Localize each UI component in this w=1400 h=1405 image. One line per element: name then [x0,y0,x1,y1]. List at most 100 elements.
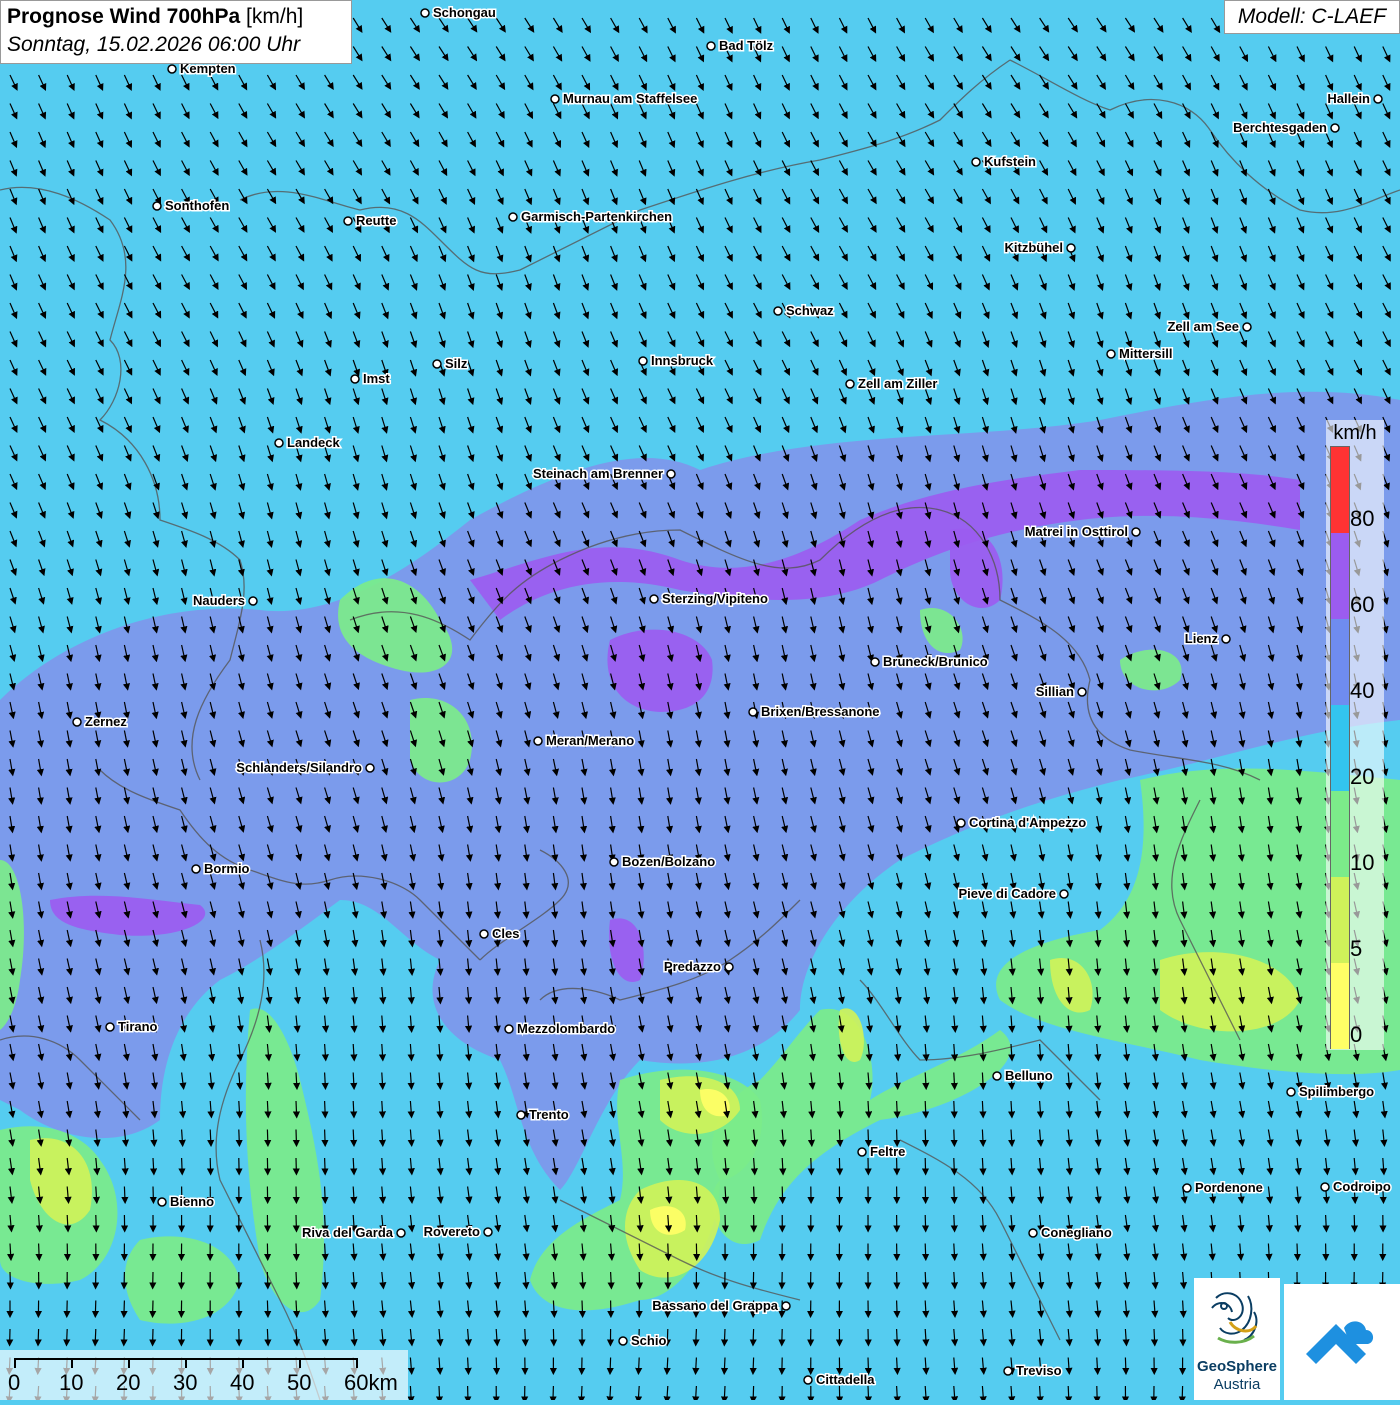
scale-tick [71,1358,73,1368]
city-label: Meran/Merano [546,733,634,748]
wind-arrow [897,1329,898,1343]
legend-color-segment [1331,791,1349,877]
city-dot [639,357,647,365]
city-dot [73,718,81,726]
wind-arrow [754,1187,755,1201]
wind-arrow [439,1386,440,1400]
city-dot [517,1111,525,1119]
city-dot [993,1072,1001,1080]
city-dot [1029,1229,1037,1237]
city-label: Nauders [193,593,245,608]
legend-label: 10 [1350,850,1374,876]
city-marker: Bozen/Bolzano [610,854,715,869]
legend-label: 0 [1350,1022,1362,1048]
city-label: Cittadella [816,1372,875,1387]
wind-arrow [982,1187,983,1201]
city-label: Trento [529,1107,569,1122]
wind-arrow [67,1329,68,1343]
wind-arrow [667,1329,668,1343]
city-marker: Sterzing/Vipiteno [650,591,768,606]
wind-arrow [1068,1386,1069,1400]
map-title-unit: [km/h] [246,5,303,28]
city-dot [972,158,980,166]
legend-color-segment [1331,963,1349,1049]
legend-label: 80 [1350,506,1374,532]
city-marker: Schlanders/Silandro [236,760,374,775]
forecast-datetime: Sonntag, 15.02.2026 06:00 Uhr [7,31,345,59]
wind-arrow [1268,1244,1269,1258]
city-label: Schwaz [786,303,834,318]
city-marker: Pordenone [1183,1180,1263,1195]
city-label: Imst [363,371,390,386]
wind-arrow [753,1358,754,1372]
city-marker: Pieve di Cadore [958,886,1068,901]
wind-arrow [839,1130,840,1144]
city-dot [351,375,359,383]
city-label: Feltre [870,1144,905,1159]
city-marker: Schongau [421,5,496,20]
wind-arrow [639,1358,640,1372]
wind-arrow [182,1158,183,1172]
wind-arrow [1125,1358,1126,1372]
wind-arrow [897,1358,898,1372]
wind-arrow [325,1244,326,1258]
city-dot [1067,244,1075,252]
title-box: Prognose Wind 700hPa [km/h] Sonntag, 15.… [0,0,352,64]
city-marker: Garmisch-Partenkirchen [509,209,672,224]
city-label: Schongau [433,5,496,20]
wind-arrow [868,1386,869,1400]
app-logo [1284,1284,1400,1400]
city-dot [1004,1367,1012,1375]
city-label: Reutte [356,213,396,228]
city-dot [275,439,283,447]
city-marker: Meran/Merano [534,733,634,748]
city-label: Sterzing/Vipiteno [662,591,768,606]
scale-label: 50 [287,1370,311,1396]
city-label: Bad Tölz [719,38,774,53]
wind-arrow [753,1329,754,1343]
city-dot [344,217,352,225]
wind-arrow [382,1073,383,1087]
wind-arrow [724,1358,725,1372]
scale-label: 0 [8,1370,20,1396]
scale-tick [128,1358,130,1368]
wind-arrow [667,1358,668,1372]
city-label: Bozen/Bolzano [622,854,715,869]
city-dot [1331,124,1339,132]
wind-arrow [1326,1215,1327,1229]
wind-arrow [954,1187,955,1201]
wind-arrow [925,1073,926,1087]
wind-arrow [782,1158,783,1172]
wind-arrow [38,1329,39,1343]
wind-arrow [897,1301,898,1315]
city-label: Sillian [1036,684,1074,699]
wind-arrow [668,1244,669,1258]
city-marker: Zell am See [1167,319,1251,334]
city-label: Pieve di Cadore [958,886,1056,901]
wind-arrow [468,1358,469,1372]
wind-arrow [1040,1386,1041,1400]
wind-arrow [582,1301,583,1315]
wind-arrow [897,1386,898,1400]
city-marker: Berchtesgaden [1233,120,1339,135]
city-label: Schio [631,1333,666,1348]
wind-arrow [925,1244,926,1258]
city-dot [782,1302,790,1310]
city-label: Silz [445,356,468,371]
wind-arrow [325,1158,326,1172]
scale-label: 40 [230,1370,254,1396]
logo-brand: GeoSphere [1194,1358,1280,1375]
legend-label: 20 [1350,764,1374,790]
city-marker: Riva del Garda [302,1225,405,1240]
city-marker: Steinach am Brenner [533,466,675,481]
wind-arrow [581,1386,582,1400]
legend-unit: km/h [1326,422,1384,445]
city-label: Rovereto [424,1224,480,1239]
wind-arrow [353,1158,354,1172]
city-label: Garmisch-Partenkirchen [521,209,672,224]
city-marker: Zell am Ziller [846,376,937,391]
city-label: Brixen/Bressanone [761,704,880,719]
wind-arrow [296,1244,297,1258]
city-dot [106,1023,114,1031]
wind-arrow [95,1329,96,1343]
